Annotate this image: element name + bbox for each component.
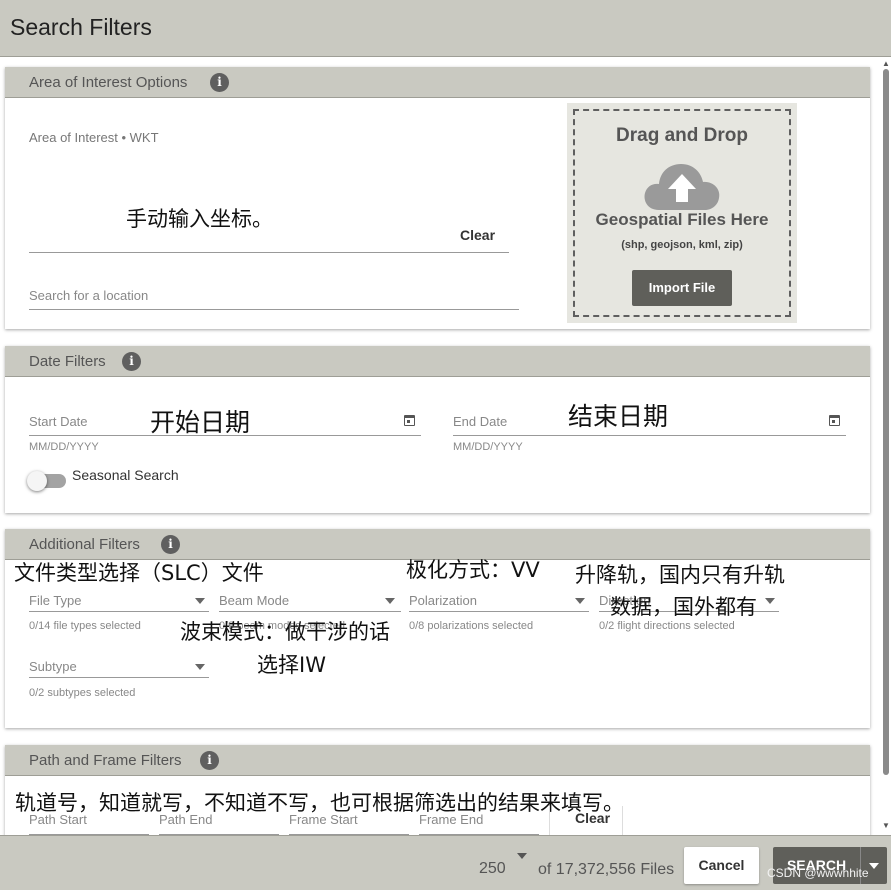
path-frame-section: Path and Frame Filters i 轨道号，知道就写，不知道不写，… [5, 745, 870, 835]
import-file-button[interactable]: Import File [632, 270, 732, 306]
aoi-section-title: Area of Interest Options [29, 74, 188, 91]
subtype-label: Subtype [29, 659, 77, 674]
polarization-label: Polarization [409, 593, 477, 608]
annotation-polarization: 极化方式：VV [406, 558, 540, 582]
annotation-beam-line2: 选择IW [257, 653, 326, 677]
seasonal-search-toggle[interactable] [27, 471, 66, 491]
polarization-hint: 0/8 polarizations selected [409, 620, 534, 632]
file-type-label: File Type [29, 593, 82, 608]
vertical-scrollbar[interactable]: ▲ ▼ [880, 57, 891, 835]
beam-mode-label: Beam Mode [219, 593, 290, 608]
annotation-file-type: 文件类型选择（SLC）文件 [14, 561, 264, 585]
date-info-icon[interactable]: i [122, 352, 141, 371]
path-start-input[interactable]: Path Start [29, 809, 149, 835]
path-frame-body: 轨道号，知道就写，不知道不写，也可根据筛选出的结果来填写。 Path Start… [5, 776, 870, 835]
path-start-label: Path Start [29, 812, 87, 827]
additional-section: Additional Filters i File Type 0/14 file… [5, 529, 870, 728]
annotation-beam-line1: 波束模式：做干涉的话 [180, 620, 390, 644]
aoi-body: Area of Interest • WKT 手动输入坐标。 Clear Sea… [5, 98, 870, 329]
additional-info-icon[interactable]: i [161, 535, 180, 554]
aoi-section-header[interactable]: Area of Interest Options i [5, 67, 870, 98]
direction-chevron-down-icon [765, 598, 775, 604]
cloud-upload-icon [644, 164, 720, 210]
dropzone-title: Drag and Drop [616, 125, 748, 146]
path-end-input[interactable]: Path End [159, 809, 279, 835]
dropzone-formats: (shp, geojson, kml, zip) [621, 239, 743, 251]
date-body: Start Date 开始日期 MM/DD/YYYY End Date 结束日期… [5, 377, 870, 513]
beam-mode-select[interactable]: Beam Mode [219, 589, 401, 612]
path-frame-clear-label: Clear [575, 810, 611, 826]
cancel-button[interactable]: Cancel [684, 847, 759, 884]
subtype-chevron-down-icon [195, 664, 205, 670]
date-section-title: Date Filters [29, 353, 106, 370]
annotation-start-date: 开始日期 [150, 408, 251, 437]
search-options-chevron-down-icon [869, 863, 879, 869]
max-results-select[interactable]: 250 [479, 853, 527, 878]
start-date-label: Start Date [29, 414, 88, 429]
watermark: CSDN @wwwhhite [767, 866, 869, 880]
file-dropzone[interactable]: Drag and Drop Geospatial Files Here (shp… [567, 103, 797, 323]
path-frame-info-icon[interactable]: i [200, 751, 219, 770]
polarization-select[interactable]: Polarization [409, 589, 589, 612]
date-section-header[interactable]: Date Filters i [5, 346, 870, 377]
dropzone-subtitle: Geospatial Files Here [595, 210, 769, 229]
start-date-hint: MM/DD/YYYY [29, 441, 99, 453]
scroll-down-icon[interactable]: ▼ [882, 821, 890, 830]
end-calendar-icon[interactable] [829, 415, 840, 426]
file-type-chevron-down-icon [195, 598, 205, 604]
path-end-label: Path End [159, 812, 213, 827]
direction-hint: 0/2 flight directions selected [599, 620, 735, 632]
location-search-input[interactable]: Search for a location [29, 279, 519, 310]
max-results-value: 250 [479, 860, 506, 877]
aoi-info-icon[interactable]: i [210, 73, 229, 92]
file-type-hint: 0/14 file types selected [29, 620, 141, 632]
file-type-select[interactable]: File Type [29, 589, 209, 612]
polarization-chevron-down-icon [575, 598, 585, 604]
scrollbar-thumb[interactable] [883, 69, 889, 775]
additional-section-title: Additional Filters [29, 536, 140, 553]
end-date-hint: MM/DD/YYYY [453, 441, 523, 453]
annotation-direction-line2: 数据，国外都有 [610, 595, 757, 619]
scroll-up-icon[interactable]: ▲ [882, 59, 890, 68]
frame-start-label: Frame Start [289, 812, 358, 827]
max-results-chevron-down-icon [517, 853, 527, 859]
annotation-direction-line1: 升降轨，国内只有升轨 [575, 563, 785, 587]
subtype-select[interactable]: Subtype [29, 655, 209, 678]
beam-mode-chevron-down-icon [385, 598, 395, 604]
location-search-placeholder: Search for a location [29, 288, 149, 303]
toggle-knob [27, 471, 47, 491]
end-date-label: End Date [453, 414, 508, 429]
frame-end-input[interactable]: Frame End [419, 809, 539, 835]
frame-start-input[interactable]: Frame Start [289, 809, 409, 835]
annotation-aoi: 手动输入坐标。 [126, 207, 273, 231]
wkt-clear-button[interactable]: Clear [460, 227, 495, 243]
frame-end-label: Frame End [419, 812, 484, 827]
filters-content: Area of Interest Options i Area of Inter… [0, 57, 880, 835]
additional-body: File Type 0/14 file types selected Beam … [5, 558, 870, 728]
window-title: Search Filters [10, 14, 152, 40]
aoi-section: Area of Interest Options i Area of Inter… [5, 67, 870, 329]
wkt-label: Area of Interest • WKT [29, 130, 159, 145]
subtype-hint: 0/2 subtypes selected [29, 687, 136, 699]
start-calendar-icon[interactable] [404, 415, 415, 426]
path-frame-section-header[interactable]: Path and Frame Filters i [5, 745, 870, 776]
footer-bar: 250 of 17,372,556 Files Cancel SEARCH CS… [0, 835, 891, 890]
annotation-end-date: 结束日期 [568, 402, 669, 431]
title-bar: Search Filters [0, 0, 891, 57]
results-count: of 17,372,556 Files [538, 861, 675, 878]
path-frame-section-title: Path and Frame Filters [29, 752, 182, 769]
date-section: Date Filters i Start Date 开始日期 MM/DD/YYY… [5, 346, 870, 513]
seasonal-search-label: Seasonal Search [72, 467, 179, 483]
path-frame-clear-button[interactable]: Clear [549, 806, 623, 835]
